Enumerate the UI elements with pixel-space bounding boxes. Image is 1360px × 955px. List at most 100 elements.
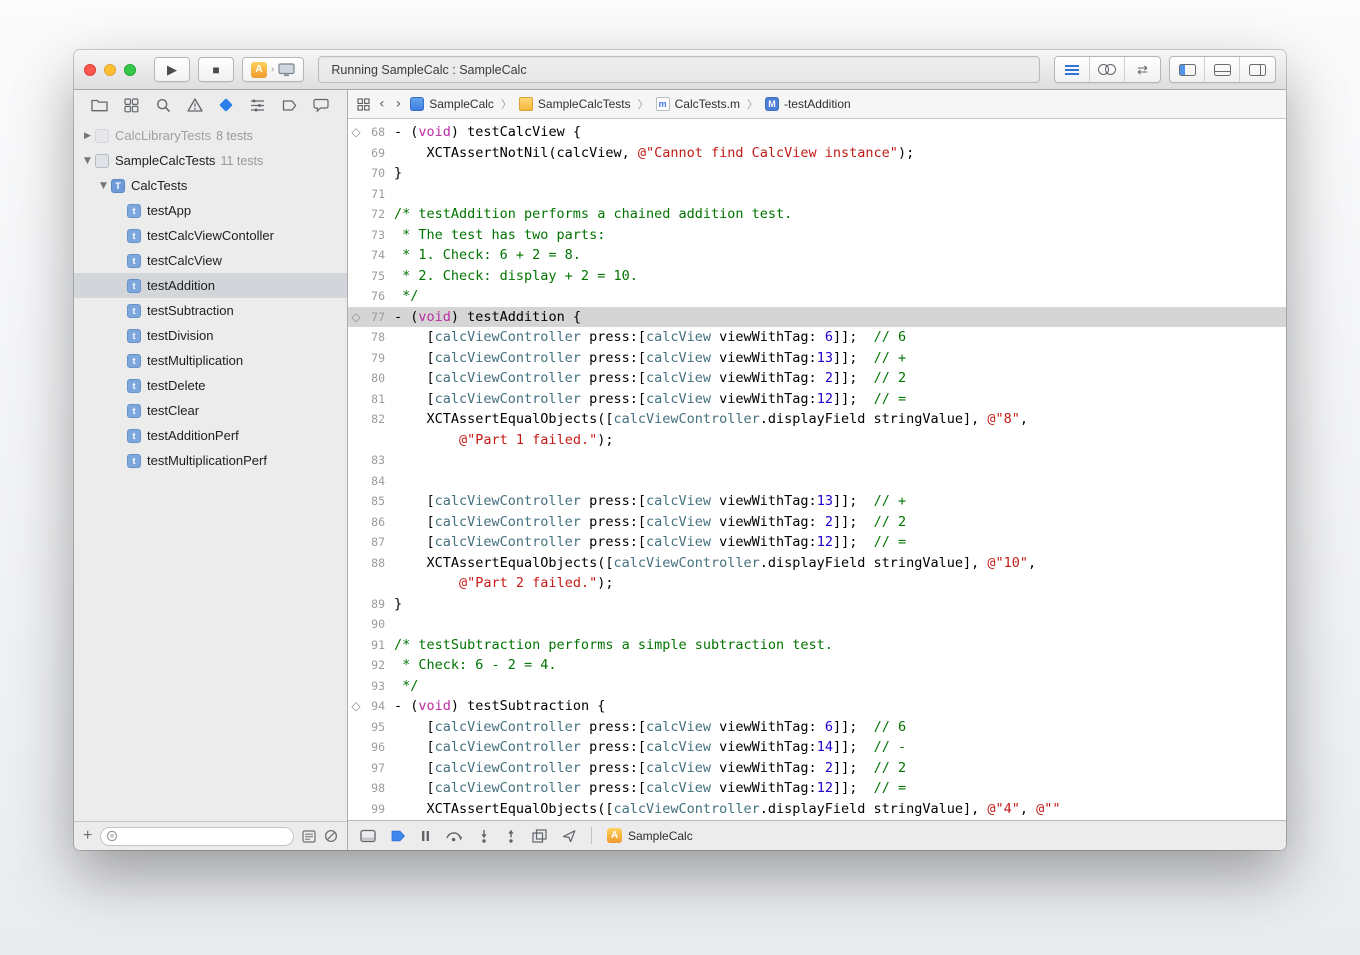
test-tree-item[interactable]: ttestClear bbox=[74, 398, 347, 423]
code-line[interactable]: 84 bbox=[348, 471, 1286, 492]
code-line[interactable]: 99 XCTAssertEqualObjects([calcViewContro… bbox=[348, 799, 1286, 820]
code-line[interactable]: ◇68- (void) testCalcView { bbox=[348, 122, 1286, 143]
disclosure-triangle-icon[interactable]: ▶ bbox=[80, 131, 95, 141]
crumb-label: CalcTests.m bbox=[675, 97, 740, 111]
test-marker-icon[interactable]: ◇ bbox=[348, 696, 364, 717]
test-marker-icon[interactable]: ◇ bbox=[348, 307, 364, 328]
project-navigator-icon[interactable] bbox=[89, 94, 111, 116]
test-tree-item[interactable]: ttestDelete bbox=[74, 373, 347, 398]
go-forward-button[interactable]: › bbox=[394, 96, 404, 112]
disclosure-triangle-icon[interactable]: ▼ bbox=[96, 181, 111, 191]
stop-button[interactable]: ■ bbox=[198, 57, 234, 82]
step-over-icon[interactable] bbox=[445, 829, 463, 842]
jump-bar-crumb[interactable]: M-testAddition bbox=[765, 97, 851, 111]
filter-field[interactable] bbox=[100, 827, 294, 846]
standard-editor-button[interactable] bbox=[1055, 57, 1090, 82]
code-line[interactable]: 76 */ bbox=[348, 286, 1286, 307]
breakpoint-navigator-icon[interactable] bbox=[279, 94, 301, 116]
test-tree-item[interactable]: ttestApp bbox=[74, 198, 347, 223]
code-line[interactable]: ◇94- (void) testSubtraction { bbox=[348, 696, 1286, 717]
search-navigator-icon[interactable] bbox=[152, 94, 174, 116]
jump-bar-crumb[interactable]: mCalcTests.m bbox=[656, 97, 740, 111]
code-line[interactable]: 83 bbox=[348, 450, 1286, 471]
test-navigator-icon[interactable] bbox=[215, 94, 237, 116]
code-line[interactable]: 88 XCTAssertEqualObjects([calcViewContro… bbox=[348, 553, 1286, 574]
code-text bbox=[394, 614, 1286, 635]
code-text: XCTAssertEqualObjects([calcViewControlle… bbox=[394, 553, 1286, 574]
test-tree-item[interactable]: ttestDivision bbox=[74, 323, 347, 348]
code-line[interactable]: 91/* testSubtraction performs a simple s… bbox=[348, 635, 1286, 656]
toggle-debug-area-icon[interactable] bbox=[360, 829, 376, 843]
test-tree-item[interactable]: ▼TCalcTests bbox=[74, 173, 347, 198]
code-line[interactable]: 73 * The test has two parts: bbox=[348, 225, 1286, 246]
gutter-spacer bbox=[348, 450, 364, 471]
code-line[interactable]: 80 [calcViewController press:[calcView v… bbox=[348, 368, 1286, 389]
report-navigator-icon[interactable] bbox=[310, 94, 332, 116]
filter-scope-icon[interactable] bbox=[302, 830, 316, 843]
toggle-debug-area-button[interactable] bbox=[1205, 57, 1240, 82]
step-into-icon[interactable] bbox=[478, 829, 490, 843]
add-button[interactable]: + bbox=[83, 828, 92, 844]
code-line[interactable]: 90 bbox=[348, 614, 1286, 635]
editor-column: ‹ › SampleCalc〉SampleCalcTests〉mCalcTest… bbox=[348, 90, 1286, 850]
toggle-utilities-button[interactable] bbox=[1240, 57, 1275, 82]
test-tree-item[interactable]: ttestSubtraction bbox=[74, 298, 347, 323]
code-line[interactable]: 78 [calcViewController press:[calcView v… bbox=[348, 327, 1286, 348]
scheme-selector[interactable]: A › bbox=[242, 57, 304, 82]
code-line[interactable]: 86 [calcViewController press:[calcView v… bbox=[348, 512, 1286, 533]
code-line[interactable]: 79 [calcViewController press:[calcView v… bbox=[348, 348, 1286, 369]
code-line[interactable]: 89} bbox=[348, 594, 1286, 615]
minimize-button[interactable] bbox=[104, 64, 116, 76]
test-tree-item[interactable]: ▼SampleCalcTests11 tests bbox=[74, 148, 347, 173]
test-tree-item[interactable]: ttestAddition bbox=[74, 273, 347, 298]
code-line[interactable]: 95 [calcViewController press:[calcView v… bbox=[348, 717, 1286, 738]
code-line[interactable]: @"Part 2 failed."); bbox=[348, 573, 1286, 594]
related-items-icon[interactable] bbox=[357, 98, 370, 111]
run-button[interactable]: ▶ bbox=[154, 57, 190, 82]
toggle-navigator-button[interactable] bbox=[1170, 57, 1205, 82]
test-tree-item[interactable]: ttestAdditionPerf bbox=[74, 423, 347, 448]
code-line[interactable]: 81 [calcViewController press:[calcView v… bbox=[348, 389, 1286, 410]
version-editor-button[interactable]: ⇄ bbox=[1125, 57, 1160, 82]
code-line[interactable]: 98 [calcViewController press:[calcView v… bbox=[348, 778, 1286, 799]
view-hierarchy-icon[interactable] bbox=[532, 829, 547, 843]
issue-navigator-icon[interactable] bbox=[184, 94, 206, 116]
code-line[interactable]: 92 * Check: 6 - 2 = 4. bbox=[348, 655, 1286, 676]
code-line[interactable]: 71 bbox=[348, 184, 1286, 205]
test-tree-item[interactable]: ▶CalcLibraryTests8 tests bbox=[74, 123, 347, 148]
code-line[interactable]: @"Part 1 failed."); bbox=[348, 430, 1286, 451]
step-out-icon[interactable] bbox=[505, 829, 517, 843]
code-line[interactable]: ◇77- (void) testAddition { bbox=[348, 307, 1286, 328]
debug-target[interactable]: A SampleCalc bbox=[607, 828, 693, 843]
code-line[interactable]: 82 XCTAssertEqualObjects([calcViewContro… bbox=[348, 409, 1286, 430]
disclosure-triangle-icon[interactable]: ▼ bbox=[80, 156, 95, 166]
code-line[interactable]: 96 [calcViewController press:[calcView v… bbox=[348, 737, 1286, 758]
close-button[interactable] bbox=[84, 64, 96, 76]
test-tree-item[interactable]: ttestCalcView bbox=[74, 248, 347, 273]
show-failed-tests-icon[interactable] bbox=[324, 829, 338, 843]
breakpoints-toggle-icon[interactable] bbox=[391, 830, 406, 842]
test-marker-icon[interactable]: ◇ bbox=[348, 122, 364, 143]
pause-icon[interactable] bbox=[421, 830, 430, 842]
code-line[interactable]: 74 * 1. Check: 6 + 2 = 8. bbox=[348, 245, 1286, 266]
test-tree-item[interactable]: ttestMultiplicationPerf bbox=[74, 448, 347, 473]
code-line[interactable]: 93 */ bbox=[348, 676, 1286, 697]
code-line[interactable]: 85 [calcViewController press:[calcView v… bbox=[348, 491, 1286, 512]
jump-bar-crumb[interactable]: SampleCalcTests bbox=[519, 97, 631, 111]
go-back-button[interactable]: ‹ bbox=[377, 96, 387, 112]
code-line[interactable]: 97 [calcViewController press:[calcView v… bbox=[348, 758, 1286, 779]
test-tree-item[interactable]: ttestMultiplication bbox=[74, 348, 347, 373]
debug-navigator-icon[interactable] bbox=[247, 94, 269, 116]
assistant-editor-button[interactable] bbox=[1090, 57, 1125, 82]
code-line[interactable]: 75 * 2. Check: display + 2 = 10. bbox=[348, 266, 1286, 287]
jump-bar-crumb[interactable]: SampleCalc bbox=[410, 97, 494, 111]
code-line[interactable]: 70} bbox=[348, 163, 1286, 184]
symbol-navigator-icon[interactable] bbox=[120, 94, 142, 116]
code-line[interactable]: 87 [calcViewController press:[calcView v… bbox=[348, 532, 1286, 553]
code-line[interactable]: 72/* testAddition performs a chained add… bbox=[348, 204, 1286, 225]
source-editor[interactable]: ◇68- (void) testCalcView {69 XCTAssertNo… bbox=[348, 119, 1286, 820]
simulate-location-icon[interactable] bbox=[562, 829, 576, 843]
code-line[interactable]: 69 XCTAssertNotNil(calcView, @"Cannot fi… bbox=[348, 143, 1286, 164]
zoom-button[interactable] bbox=[124, 64, 136, 76]
test-tree-item[interactable]: ttestCalcViewContoller bbox=[74, 223, 347, 248]
